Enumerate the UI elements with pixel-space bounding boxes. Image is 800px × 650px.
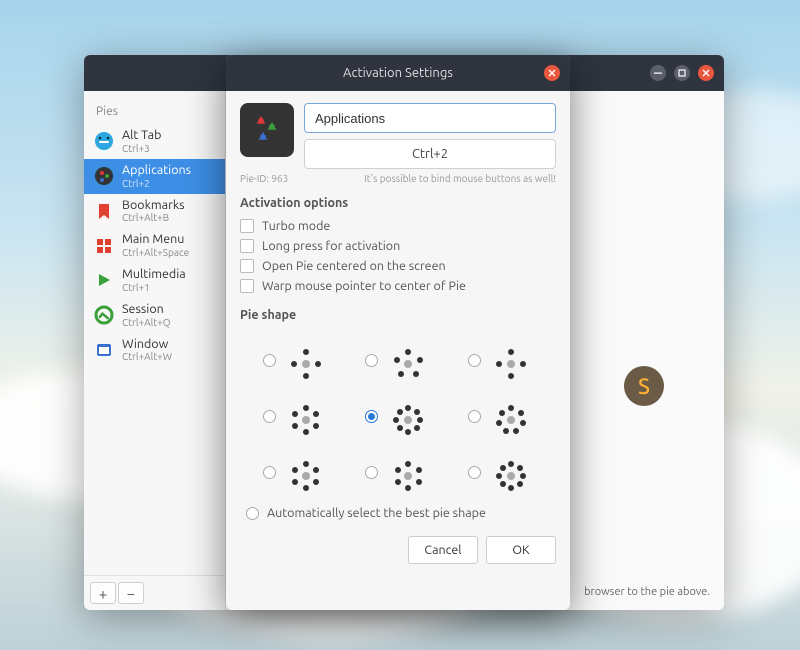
shape-preview-icon [489,394,533,438]
shape-radio[interactable] [365,466,378,479]
shape-radio[interactable] [365,410,378,423]
pie-item-label: Bookmarks [122,199,185,213]
remove-pie-button[interactable]: − [118,582,144,604]
pie-item-shortcut: Ctrl+Alt+B [122,212,185,223]
pie-item-shortcut: Ctrl+2 [122,178,191,189]
sidebar-item-session[interactable]: SessionCtrl+Alt+Q [84,298,225,333]
pie-icon-button[interactable] [240,103,294,157]
dialog-title: Activation Settings [343,66,453,80]
pie-item-shortcut: Ctrl+Alt+W [122,351,172,362]
pie-item-shortcut: Ctrl+1 [122,282,186,293]
shape-radio[interactable] [365,354,378,367]
long-press-checkbox[interactable] [240,239,254,253]
ok-button[interactable]: OK [486,536,556,564]
sidebar-item-bookmarks[interactable]: BookmarksCtrl+Alt+B [84,194,225,229]
shape-preview-icon [489,338,533,382]
pie-item-icon [94,340,114,360]
sidebar-item-applications[interactable]: ApplicationsCtrl+2 [84,159,225,194]
maximize-button[interactable] [674,65,690,81]
pie-item-icon [94,166,114,186]
sidebar-item-main-menu[interactable]: Main MenuCtrl+Alt+Space [84,228,225,263]
sidebar-heading: Pies [84,101,225,124]
close-button[interactable] [698,65,714,81]
pie-name-input[interactable] [304,103,556,133]
shape-radio[interactable] [468,466,481,479]
shape-preview-icon [284,394,328,438]
auto-shape-label: Automatically select the best pie shape [267,506,486,520]
pie-preview-icon: S [624,366,664,406]
pie-item-icon [94,201,114,221]
cancel-button[interactable]: Cancel [408,536,478,564]
pie-item-label: Main Menu [122,233,189,247]
turbo-mode-checkbox[interactable] [240,219,254,233]
drop-hint: browser to the pie above. [584,586,710,598]
shape-preview-icon [284,338,328,382]
sidebar-item-alt-tab[interactable]: Alt TabCtrl+3 [84,124,225,159]
auto-shape-radio[interactable] [246,507,259,520]
pie-shape-heading: Pie shape [240,308,556,322]
long-press-label: Long press for activation [262,239,400,253]
binding-button[interactable]: Ctrl+2 [304,139,556,169]
pie-item-icon [94,236,114,256]
warp-label: Warp mouse pointer to center of Pie [262,279,466,293]
sidebar-item-multimedia[interactable]: MultimediaCtrl+1 [84,263,225,298]
sidebar-item-window[interactable]: WindowCtrl+Alt+W [84,333,225,368]
shape-preview-icon [386,394,430,438]
pie-item-label: Applications [122,164,191,178]
pie-item-label: Window [122,338,172,352]
centered-label: Open Pie centered on the screen [262,259,446,273]
warp-checkbox[interactable] [240,279,254,293]
centered-checkbox[interactable] [240,259,254,273]
shape-radio[interactable] [263,354,276,367]
pie-item-icon [94,305,114,325]
sidebar: Pies Alt TabCtrl+3ApplicationsCtrl+2Book… [84,91,226,610]
shape-radio[interactable] [263,466,276,479]
pie-item-label: Session [122,303,171,317]
pie-item-label: Alt Tab [122,129,161,143]
shape-preview-icon [386,450,430,494]
shape-radio[interactable] [468,354,481,367]
pie-id-label: Pie-ID: 963 [240,173,288,184]
pie-item-label: Multimedia [122,268,186,282]
shape-preview-icon [386,338,430,382]
shape-radio[interactable] [263,410,276,423]
mouse-hint: It's possible to bind mouse buttons as w… [364,173,556,184]
minimize-button[interactable] [650,65,666,81]
pie-item-icon [94,131,114,151]
pie-item-icon [94,270,114,290]
activation-options-heading: Activation options [240,196,556,210]
dialog-close-button[interactable] [544,65,560,81]
pie-item-shortcut: Ctrl+3 [122,143,161,154]
shape-radio[interactable] [468,410,481,423]
pie-item-shortcut: Ctrl+Alt+Q [122,317,171,328]
shape-preview-icon [489,450,533,494]
shape-preview-icon [284,450,328,494]
pie-item-shortcut: Ctrl+Alt+Space [122,247,189,258]
activation-settings-dialog: Activation Settings Ctrl+2 Pie-ID: 963 I… [226,55,570,610]
add-pie-button[interactable]: + [90,582,116,604]
turbo-mode-label: Turbo mode [262,219,330,233]
